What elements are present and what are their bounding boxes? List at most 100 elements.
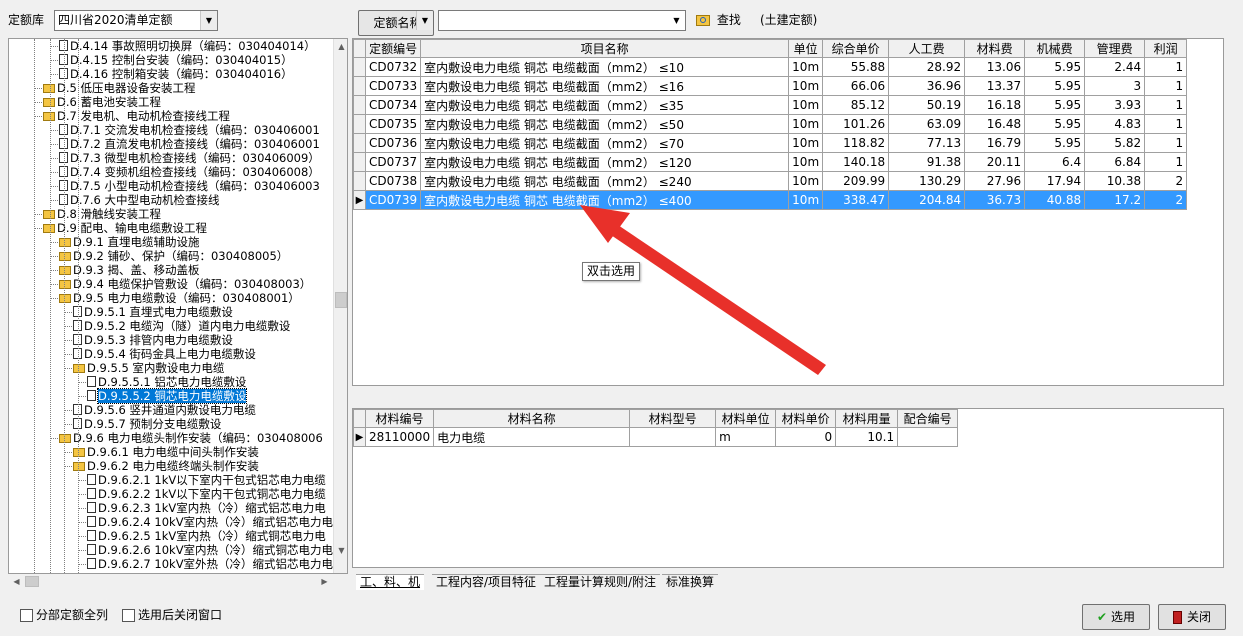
- tab[interactable]: 工程量计算规则/附注: [540, 574, 661, 590]
- table-cell[interactable]: 130.29: [888, 171, 966, 191]
- table-cell[interactable]: CD0734: [364, 95, 422, 115]
- table-cell[interactable]: 1: [1144, 57, 1188, 77]
- table-cell[interactable]: 140.18: [822, 152, 890, 172]
- column-header[interactable]: 单位: [788, 39, 824, 58]
- table-cell[interactable]: 17.2: [1084, 190, 1146, 210]
- table-cell[interactable]: 28110000: [364, 427, 435, 447]
- column-header[interactable]: 利润: [1144, 39, 1188, 58]
- tree-node[interactable]: D.9.5.5 室内敷设电力电缆: [73, 361, 224, 375]
- table-cell[interactable]: 1: [1144, 114, 1188, 134]
- table-row[interactable]: CD0737 室内敷设电力电缆 铜芯 电缆截面（mm2） ≤120 10m 140.1…: [353, 152, 1188, 172]
- table-cell[interactable]: 16.48: [964, 114, 1026, 134]
- tree-vertical-scrollbar[interactable]: ▲ ▼: [333, 39, 347, 573]
- list-all-checkbox[interactable]: [20, 609, 33, 622]
- table-cell[interactable]: 28.92: [888, 57, 966, 77]
- search-input[interactable]: ▼: [438, 10, 686, 31]
- table-cell[interactable]: CD0735: [364, 114, 422, 134]
- table-cell[interactable]: 5.95: [1024, 114, 1086, 134]
- table-cell[interactable]: [629, 427, 717, 447]
- grid-horizontal-scrollbar[interactable]: ◀ ▶: [353, 385, 1223, 386]
- table-cell[interactable]: 1: [1144, 152, 1188, 172]
- tree-node[interactable]: D.9.6.2.4 10kV室内热（冷）缩式铝芯电力电: [87, 515, 333, 529]
- table-row[interactable]: CD0736 室内敷设电力电缆 铜芯 电缆截面（mm2） ≤70 10m 118.82…: [353, 133, 1188, 153]
- table-cell[interactable]: 209.99: [822, 171, 890, 191]
- column-header[interactable]: 材料名称: [433, 409, 631, 428]
- materials-grid[interactable]: 材料编号 材料名称 材料型号 材料单位 材料单价 材料用量 配合编号 ▶ 28110000 电力…: [352, 408, 1224, 568]
- table-cell[interactable]: 6.4: [1024, 152, 1086, 172]
- table-row[interactable]: ▶ 28110000 电力电缆 m 0 10.1: [353, 427, 959, 447]
- chapter-tree[interactable]: D.4.14 事故照明切换屏（编码：030404014） D.4.15 控制台安装…: [8, 38, 348, 574]
- tree-node[interactable]: D.9.5.5.2 铜芯电力电缆敷设: [87, 388, 248, 404]
- table-cell[interactable]: 36.96: [888, 76, 966, 96]
- table-cell[interactable]: 91.38: [888, 152, 966, 172]
- table-cell[interactable]: CD0732: [364, 57, 422, 77]
- table-cell[interactable]: 40.88: [1024, 190, 1086, 210]
- tree-hscroll-thumb[interactable]: [25, 576, 39, 587]
- tree-node[interactable]: D.9.5.3 排管内电力电缆敷设: [73, 333, 233, 347]
- find-button[interactable]: 查找: [696, 10, 741, 30]
- table-cell[interactable]: 5.95: [1024, 133, 1086, 153]
- tree-node[interactable]: D.7.1 交流发电机检查接线（编码：030406001: [59, 123, 320, 137]
- tree-node[interactable]: D.9.6.1 电力电缆中间头制作安装: [73, 445, 259, 459]
- table-cell[interactable]: CD0736: [364, 133, 422, 153]
- table-cell[interactable]: 2: [1144, 190, 1188, 210]
- table-cell[interactable]: 室内敷设电力电缆 铜芯 电缆截面（mm2） ≤120: [420, 152, 790, 172]
- select-button[interactable]: ✔ 选用: [1082, 604, 1150, 630]
- tab[interactable]: 工、料、机: [356, 574, 425, 590]
- tree-node[interactable]: D.9.5.6 竖井通道内敷设电力电缆: [73, 403, 256, 417]
- close-after-select-checkbox[interactable]: [122, 609, 135, 622]
- tree-node[interactable]: D.9.6 电力电缆头制作安装（编码：030408006: [59, 431, 323, 445]
- tab[interactable]: 工程内容/项目特征: [432, 574, 541, 590]
- table-cell[interactable]: 101.26: [822, 114, 890, 134]
- tree-node[interactable]: D.9.6.2 电力电缆终端头制作安装: [73, 459, 259, 473]
- tree-node[interactable]: D.9.3 揭、盖、移动盖板: [59, 263, 199, 277]
- table-row[interactable]: CD0732 室内敷设电力电缆 铜芯 电缆截面（mm2） ≤10 10m 55.88 2…: [353, 57, 1188, 77]
- table-cell[interactable]: 55.88: [822, 57, 890, 77]
- tree-node[interactable]: D.7.6 大中型电动机检查接线: [59, 193, 219, 207]
- tree-node[interactable]: D.6 蓄电池安装工程: [43, 95, 161, 109]
- column-header[interactable]: 材料费: [964, 39, 1026, 58]
- table-cell[interactable]: 10m: [788, 114, 824, 134]
- table-cell[interactable]: 10m: [788, 133, 824, 153]
- tree-node[interactable]: D.9.5.2 电缆沟（隧）道内电力电缆敷设: [73, 319, 290, 333]
- table-cell[interactable]: 17.94: [1024, 171, 1086, 191]
- table-row[interactable]: CD0733 室内敷设电力电缆 铜芯 电缆截面（mm2） ≤16 10m 66.06 3…: [353, 76, 1188, 96]
- search-field-select[interactable]: 定额名称 ▼: [358, 10, 434, 36]
- table-cell[interactable]: 3.93: [1084, 95, 1146, 115]
- table-cell[interactable]: [897, 427, 959, 447]
- column-header[interactable]: 材料用量: [835, 409, 899, 428]
- table-row[interactable]: CD0734 室内敷设电力电缆 铜芯 电缆截面（mm2） ≤35 10m 85.12 5…: [353, 95, 1188, 115]
- column-header[interactable]: 项目名称: [420, 39, 790, 58]
- table-cell[interactable]: 3: [1084, 76, 1146, 96]
- column-header[interactable]: 材料编号: [364, 409, 435, 428]
- column-header[interactable]: 管理费: [1084, 39, 1146, 58]
- table-cell[interactable]: 118.82: [822, 133, 890, 153]
- table-cell[interactable]: 16.79: [964, 133, 1026, 153]
- tree-node[interactable]: D.9.4 电缆保护管敷设（编码：030408003）: [59, 277, 311, 291]
- table-cell[interactable]: 13.37: [964, 76, 1026, 96]
- tree-node[interactable]: D.9.5.7 预制分支电缆敷设: [73, 417, 221, 431]
- table-cell[interactable]: 室内敷设电力电缆 铜芯 电缆截面（mm2） ≤10: [420, 57, 790, 77]
- scroll-down-icon[interactable]: ▼: [334, 543, 347, 558]
- table-cell[interactable]: CD0733: [364, 76, 422, 96]
- table-cell[interactable]: 85.12: [822, 95, 890, 115]
- table-cell[interactable]: 10.1: [835, 427, 899, 447]
- column-header[interactable]: 机械费: [1024, 39, 1086, 58]
- table-cell[interactable]: 204.84: [888, 190, 966, 210]
- table-row[interactable]: CD0738 室内敷设电力电缆 铜芯 电缆截面（mm2） ≤240 10m 209.9…: [353, 171, 1188, 191]
- table-cell[interactable]: 4.83: [1084, 114, 1146, 134]
- table-cell[interactable]: 1: [1144, 76, 1188, 96]
- table-cell[interactable]: 1: [1144, 95, 1188, 115]
- tree-node[interactable]: D.9.6.2.2 1kV以下室内干包式铜芯电力电缆: [87, 487, 326, 501]
- column-header[interactable]: 定额编号: [364, 39, 422, 58]
- tree-node[interactable]: D.9.6.2.3 1kV室内热（冷）缩式铝芯电力电: [87, 501, 326, 515]
- table-cell[interactable]: 16.18: [964, 95, 1026, 115]
- column-header[interactable]: 材料单价: [775, 409, 837, 428]
- table-cell[interactable]: 10m: [788, 95, 824, 115]
- tree-node[interactable]: D.9.6.2.5 1kV室内热（冷）缩式铜芯电力电: [87, 529, 326, 543]
- table-cell[interactable]: 36.73: [964, 190, 1026, 210]
- tree-node[interactable]: D.9.5.5.1 铝芯电力电缆敷设: [87, 375, 246, 389]
- table-cell[interactable]: 电力电缆: [433, 427, 631, 447]
- tree-node[interactable]: D.7.4 变频机组检查接线（编码：030406008）: [59, 165, 320, 179]
- tree-node[interactable]: D.5 低压电器设备安装工程: [43, 81, 195, 95]
